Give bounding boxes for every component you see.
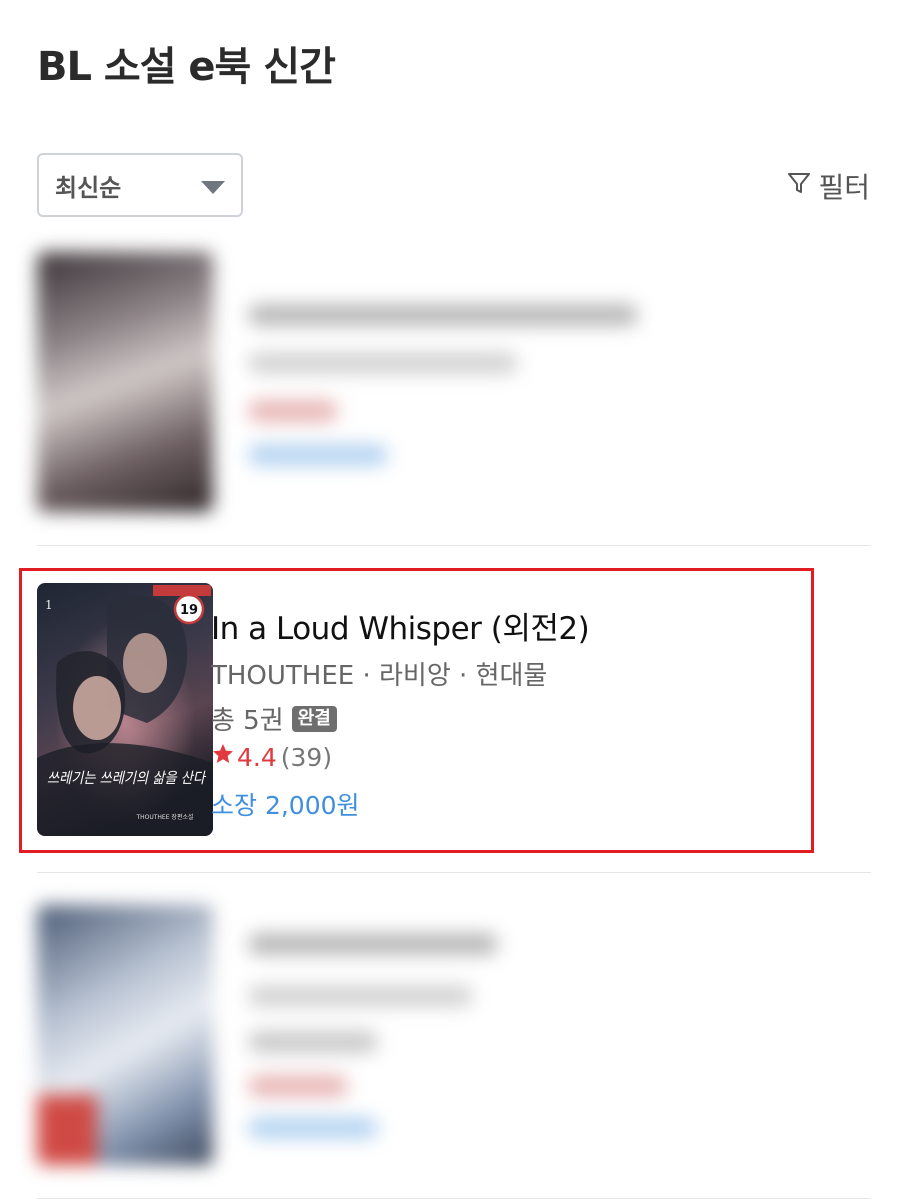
chevron-down-icon (201, 181, 225, 194)
cover-author: THOUTHEE 장편소설 (135, 813, 193, 821)
status-badge: 완결 (291, 705, 337, 732)
book-meta: THOUTHEE · 라비앙 · 현대물 (211, 661, 548, 691)
divider (37, 1198, 871, 1199)
book-cover[interactable] (37, 252, 213, 512)
divider (37, 872, 871, 873)
list-item[interactable] (37, 905, 871, 1170)
volume-count: 총 5권 (211, 706, 284, 736)
book-title[interactable]: In a Loud Whisper (외전2) (211, 603, 590, 648)
age-rating-badge: 19 (180, 603, 198, 618)
sort-selected-label: 최신순 (55, 173, 122, 202)
book-price: 소장 2,000원 (211, 791, 360, 820)
star-icon (211, 742, 235, 772)
book-volumes: 총 5권 완결 (211, 700, 337, 737)
filter-label: 필터 (818, 171, 870, 204)
book-cover[interactable] (37, 905, 213, 1165)
sort-dropdown[interactable]: 최신순 (37, 153, 243, 217)
book-rating: 4.4 (39) (211, 742, 332, 772)
rating-count: (39) (280, 742, 333, 772)
divider (37, 545, 871, 546)
cover-title: 쓰레기는 쓰레기의 삶을 산다 (47, 769, 207, 787)
filter-button[interactable]: 필터 (786, 166, 870, 206)
rating-score: 4.4 (237, 742, 277, 772)
book-cover[interactable]: 19 1 쓰레기는 쓰레기의 삶을 산다 THOUTHEE 장편소설 (37, 583, 213, 836)
page-title: BL 소설 e북 신간 (37, 44, 336, 90)
filter-icon (786, 170, 812, 203)
svg-text:1: 1 (45, 598, 53, 612)
list-item[interactable] (37, 252, 871, 517)
